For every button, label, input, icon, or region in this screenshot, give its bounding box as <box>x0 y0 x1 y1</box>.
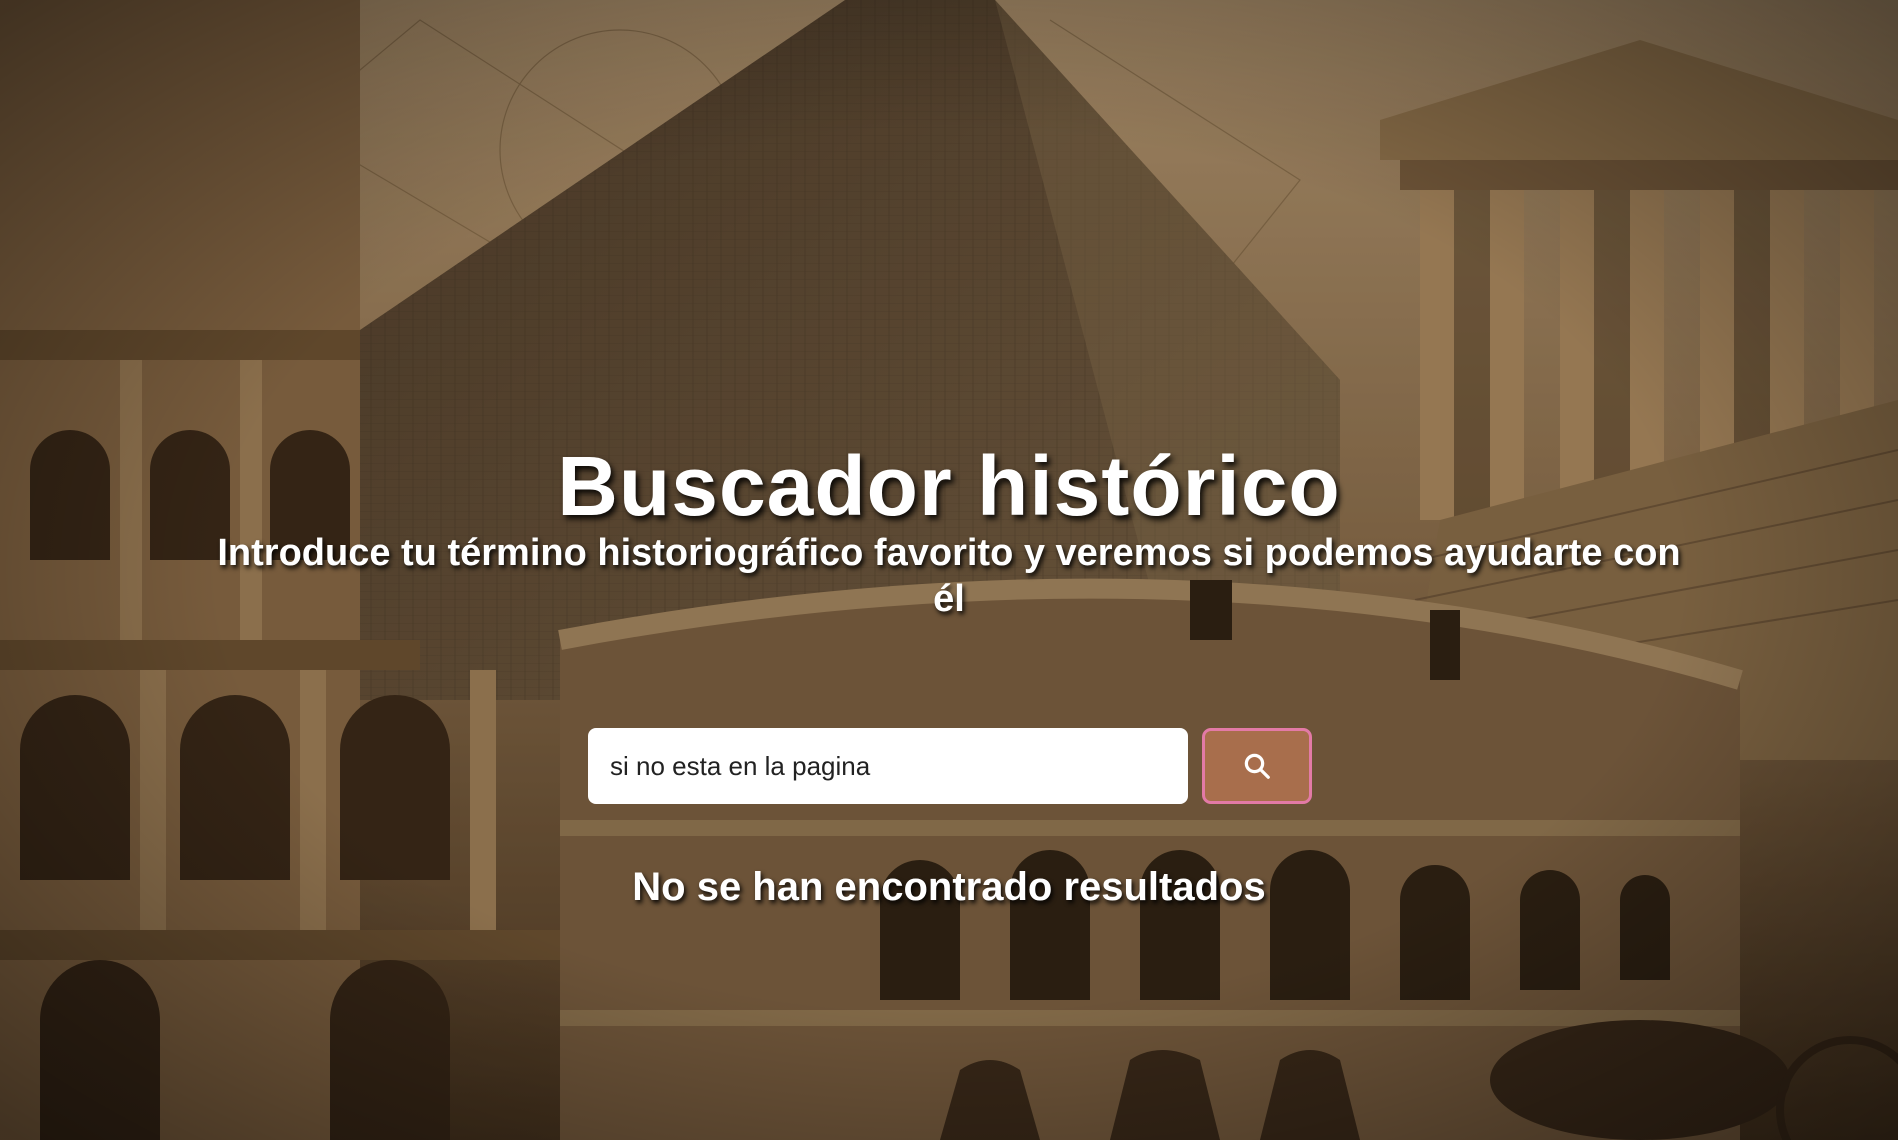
search-bar <box>588 728 1312 804</box>
page-content: Buscador histórico Introduce tu término … <box>0 0 1898 1140</box>
no-results-message: No se han encontrado resultados <box>632 865 1266 909</box>
search-icon <box>1242 751 1272 781</box>
page-subtitle: Introduce tu término historiográfico fav… <box>217 532 1681 620</box>
search-button[interactable] <box>1202 728 1312 804</box>
page-title: Buscador histórico <box>557 439 1341 533</box>
search-input[interactable] <box>588 728 1188 804</box>
